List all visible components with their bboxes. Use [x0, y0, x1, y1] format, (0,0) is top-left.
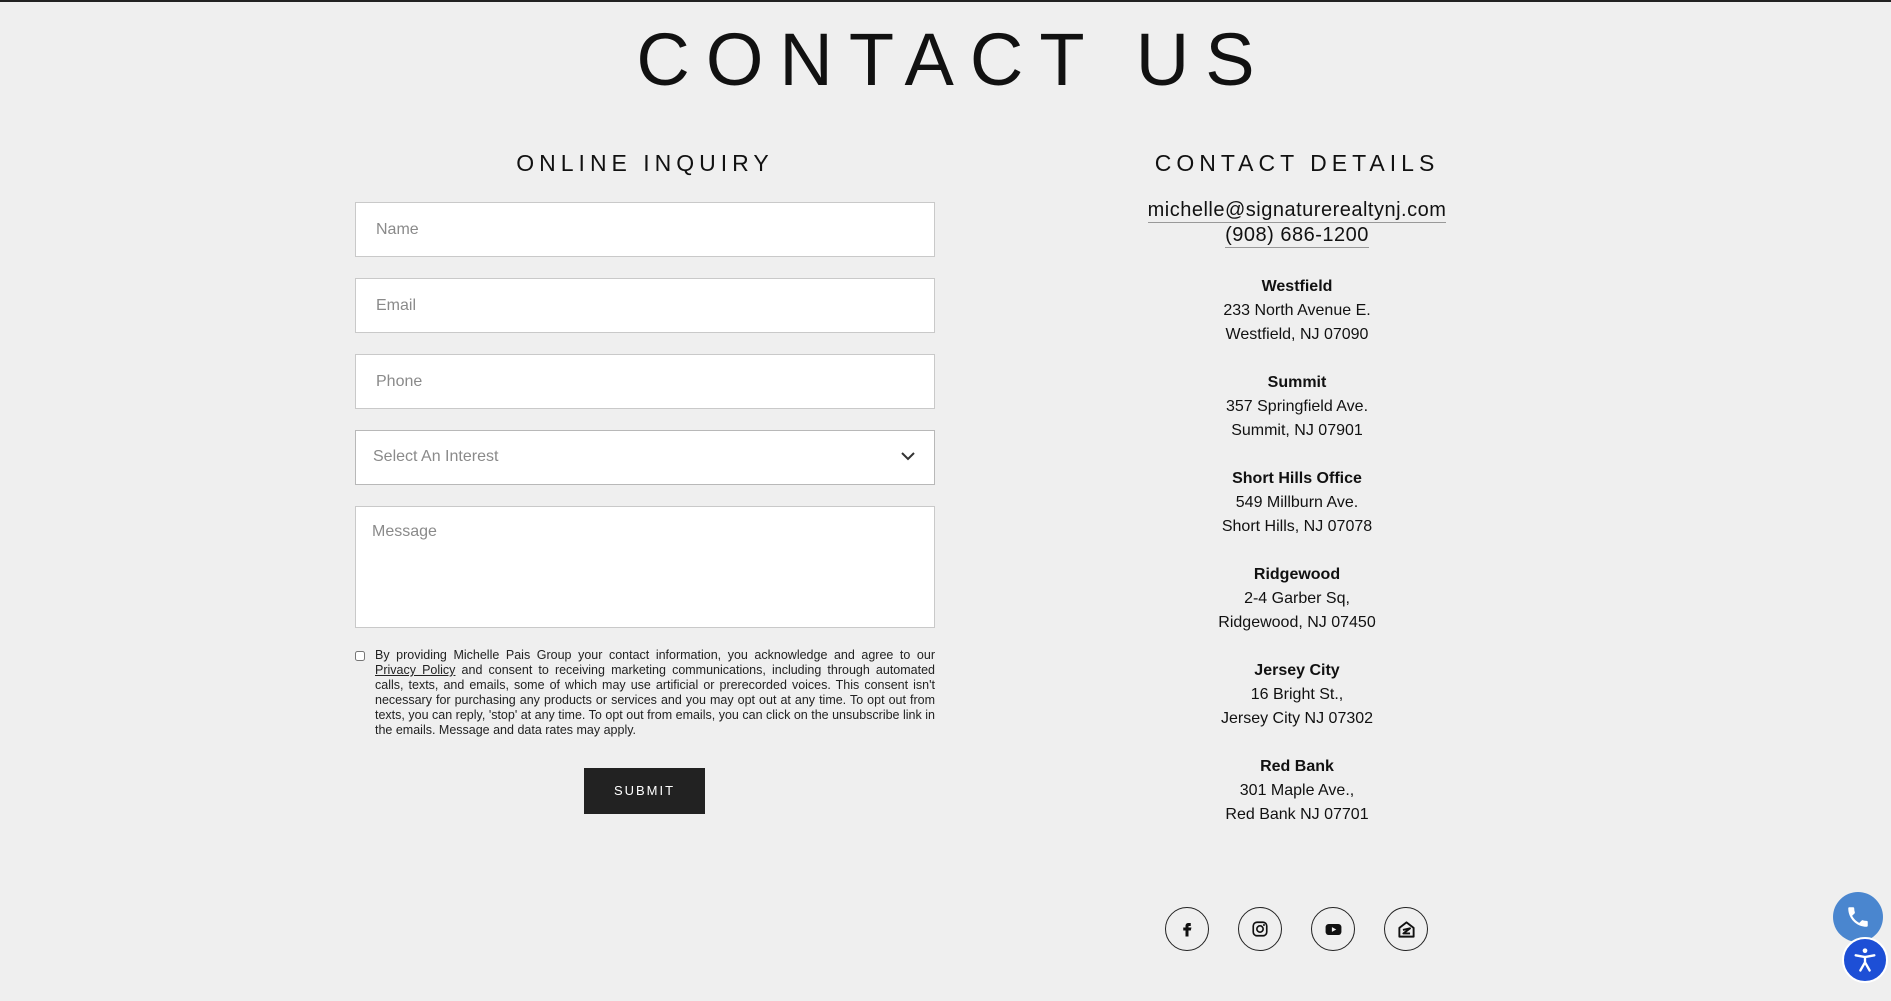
zillow-link[interactable] [1384, 907, 1428, 951]
office-name: Red Bank [1260, 758, 1334, 775]
office-address-line1: 2-4 Garber Sq, [1244, 590, 1350, 607]
call-widget-button[interactable] [1833, 892, 1883, 942]
office-jersey-city: Jersey City 16 Bright St., Jersey City N… [1057, 659, 1537, 731]
youtube-icon [1325, 923, 1341, 935]
page-title: CONTACT US [636, 18, 1271, 101]
name-field-wrapper [355, 202, 935, 257]
contact-phone-row: (908) 686-1200 [1057, 224, 1537, 248]
office-short-hills: Short Hills Office 549 Millburn Ave. Sho… [1057, 467, 1537, 539]
consent-checkbox[interactable] [355, 651, 365, 661]
email-field-wrapper [355, 278, 935, 333]
office-name: Westfield [1261, 278, 1333, 295]
office-address-line1: 549 Millburn Ave. [1235, 494, 1359, 511]
submit-button[interactable]: SUBMIT [584, 768, 705, 814]
office-address-line2: Short Hills, NJ 07078 [1221, 518, 1373, 535]
chevron-down-icon [901, 452, 915, 461]
office-ridgewood: Ridgewood 2-4 Garber Sq, Ridgewood, NJ 0… [1057, 563, 1537, 635]
office-red-bank: Red Bank 301 Maple Ave., Red Bank NJ 077… [1057, 755, 1537, 827]
message-textarea[interactable] [356, 507, 934, 627]
contact-details-heading: CONTACT DETAILS [1154, 150, 1440, 176]
office-name: Ridgewood [1253, 566, 1341, 583]
office-address-line2: Westfield, NJ 07090 [1225, 326, 1369, 343]
office-address-line2: Red Bank NJ 07701 [1225, 806, 1369, 823]
message-field-wrapper [355, 506, 935, 628]
facebook-icon [1183, 923, 1192, 937]
office-address-line1: 357 Springfield Ave. [1225, 398, 1369, 415]
email-input[interactable] [356, 279, 934, 332]
phone-input[interactable] [356, 355, 934, 408]
phone-link[interactable]: (908) 686-1200 [1225, 224, 1369, 248]
accessibility-widget-button[interactable] [1842, 937, 1888, 983]
email-link[interactable]: michelle@signaturerealtynj.com [1147, 199, 1447, 223]
phone-icon [1848, 907, 1868, 927]
instagram-icon [1252, 921, 1268, 937]
office-address-line2: Ridgewood, NJ 07450 [1218, 614, 1376, 631]
office-address-line2: Summit, NJ 07901 [1231, 422, 1363, 439]
interest-select-value: Select An Interest [373, 448, 499, 465]
office-address-line1: 16 Bright St., [1250, 686, 1344, 703]
office-address-line1: 301 Maple Ave., [1239, 782, 1355, 799]
privacy-policy-link[interactable]: Privacy Policy [375, 663, 455, 677]
facebook-link[interactable] [1165, 907, 1209, 951]
consent-text-before: By providing Michelle Pais Group your co… [375, 648, 935, 662]
instagram-link[interactable] [1238, 907, 1282, 951]
office-address-line2: Jersey City NJ 07302 [1220, 710, 1374, 727]
consent-text: By providing Michelle Pais Group your co… [375, 648, 935, 738]
office-name: Short Hills Office [1232, 470, 1362, 487]
interest-select[interactable]: Select An Interest [355, 430, 935, 485]
accessibility-icon [1854, 948, 1876, 972]
phone-field-wrapper [355, 354, 935, 409]
top-divider [0, 0, 1891, 2]
zillow-icon [1397, 920, 1415, 938]
office-name: Summit [1267, 374, 1327, 391]
consent-text-after: and consent to receiving marketing commu… [375, 663, 935, 737]
office-summit: Summit 357 Springfield Ave. Summit, NJ 0… [1057, 371, 1537, 443]
youtube-link[interactable] [1311, 907, 1355, 951]
office-name: Jersey City [1254, 662, 1340, 679]
office-address-line1: 233 North Avenue E. [1223, 302, 1371, 319]
office-westfield: Westfield 233 North Avenue E. Westfield,… [1057, 275, 1537, 347]
contact-email-row: michelle@signaturerealtynj.com [1057, 199, 1537, 223]
online-inquiry-heading: ONLINE INQUIRY [516, 150, 774, 176]
name-input[interactable] [356, 203, 934, 256]
